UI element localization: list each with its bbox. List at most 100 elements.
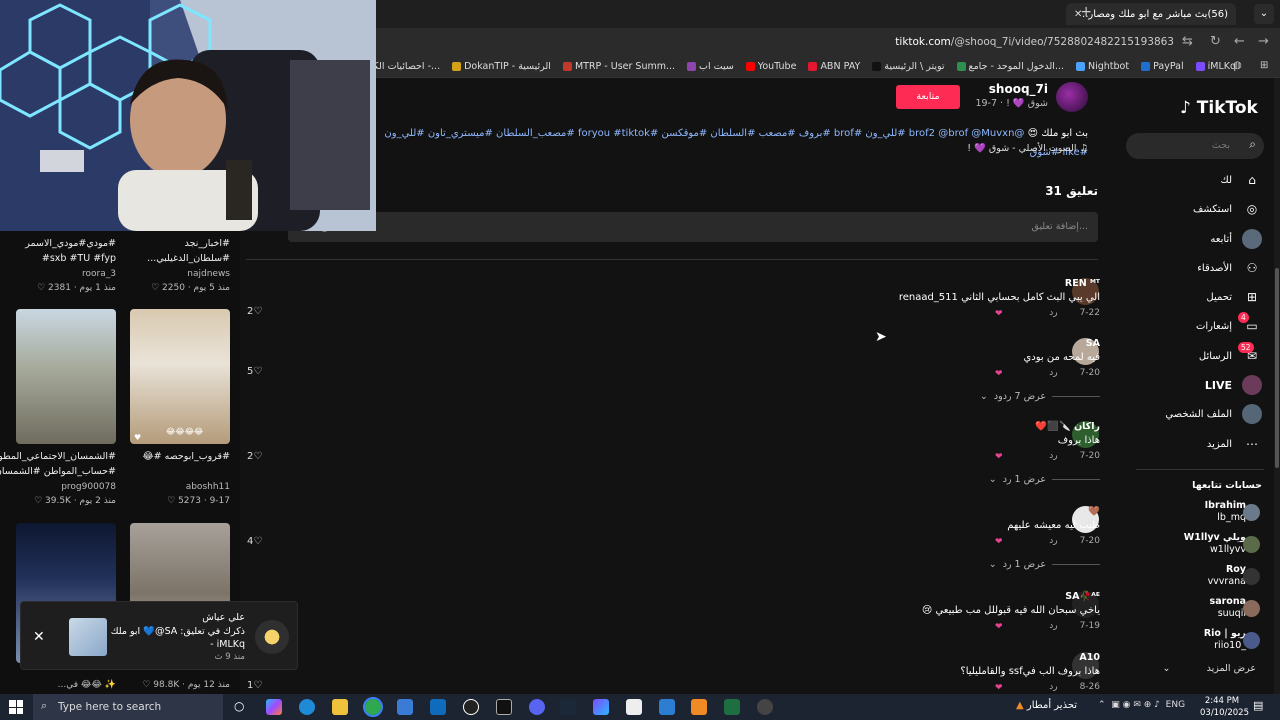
discord-icon[interactable] xyxy=(529,699,545,715)
reply-button[interactable]: رد xyxy=(1049,451,1057,461)
app-icon[interactable] xyxy=(691,699,707,715)
video-caption[interactable]: #قروب_ابوحصه #😂 xyxy=(143,451,231,462)
video-caption[interactable]: #الشمسان_الاجتماعي_المطور xyxy=(0,451,116,462)
heart-icon[interactable]: ❤ xyxy=(995,622,1003,632)
follow-button[interactable]: متابعة xyxy=(896,85,960,109)
comment-username[interactable]: راكان 🔪⬛️❤️ xyxy=(1035,421,1100,432)
sidebar-item-more[interactable]: المزيد ⋯ xyxy=(1207,433,1262,455)
bookmark-item[interactable]: PayPal xyxy=(1141,61,1184,72)
reply-button[interactable]: رد xyxy=(1049,368,1057,378)
close-icon[interactable]: ✕ xyxy=(33,629,45,645)
sidebar-item-explore[interactable]: استكشف ◎ xyxy=(1193,198,1262,220)
search-icon[interactable]: ⌕ xyxy=(1249,137,1256,152)
author-name[interactable]: shooq_7i xyxy=(989,82,1048,96)
scrollbar[interactable] xyxy=(1274,78,1280,694)
windows-start-icon[interactable] xyxy=(9,700,23,714)
followed-account[interactable]: Rio | ريو riio10_ xyxy=(1204,628,1246,652)
teams-icon[interactable] xyxy=(593,699,609,715)
author-avatar[interactable] xyxy=(1056,82,1088,112)
video-thumbnail[interactable]: 😂😂😂😂 ♥ xyxy=(130,309,230,444)
bookmark-item[interactable]: ABN PAY xyxy=(808,61,860,72)
bookmark-item[interactable]: YouTube xyxy=(745,61,796,72)
site-info-icon[interactable]: ⇆ xyxy=(1182,34,1193,49)
avatar[interactable] xyxy=(1243,632,1260,649)
video-author[interactable]: aboshh11 xyxy=(186,482,230,492)
followed-account[interactable]: Ibrahim lb_mq xyxy=(1205,500,1246,524)
music-link[interactable]: ♫ الصوت الأصلي - شوق 💜 ! xyxy=(967,143,1088,154)
back-icon[interactable]: → xyxy=(1258,34,1269,49)
video-caption[interactable]: ✨ 😂😂 في... xyxy=(58,680,116,690)
see-more-link[interactable]: ⌄ عرض المزيد xyxy=(1162,663,1256,674)
outlook-icon[interactable] xyxy=(430,699,446,715)
weather-widget[interactable]: ▲ تحذير أمطار xyxy=(1016,700,1077,711)
tab-list-icon[interactable]: ⌄ xyxy=(1254,4,1274,24)
comment-username[interactable]: REN ᴹᵀ xyxy=(1065,278,1100,289)
file-explorer-icon[interactable] xyxy=(332,699,348,715)
bookmark-item[interactable]: الدخول الموحد - جامع... xyxy=(956,61,1064,72)
bookmark-item[interactable]: تويتر \ الرئيسية xyxy=(872,61,945,72)
clock[interactable]: 2:44 PM 03/10/2025 xyxy=(1200,695,1249,719)
video-author[interactable]: roora_3 xyxy=(82,269,116,279)
video-caption[interactable]: #حساب_المواطن #الشمسان... xyxy=(0,466,116,477)
comment-username[interactable]: SA xyxy=(1086,338,1100,349)
bookmark-item[interactable]: iMLKq xyxy=(1195,61,1236,72)
video-caption[interactable]: #اخبار_نجد xyxy=(185,238,230,249)
heart-icon[interactable]: ❤ xyxy=(995,683,1003,693)
reply-button[interactable]: رد xyxy=(1049,308,1057,318)
excel-icon[interactable] xyxy=(724,699,740,715)
new-tab-icon[interactable]: + xyxy=(1080,4,1092,20)
like-count[interactable]: 2♡ xyxy=(247,451,262,462)
comment-username[interactable]: A10 xyxy=(1079,652,1100,663)
app-icon[interactable] xyxy=(757,699,773,715)
app-icon[interactable] xyxy=(659,699,675,715)
reply-button[interactable]: رد xyxy=(1049,682,1057,692)
like-count[interactable]: 5♡ xyxy=(247,366,262,377)
search-input[interactable]: بحث ⌕ xyxy=(1126,133,1264,159)
sidebar-item-live[interactable]: LIVE ● xyxy=(1205,374,1262,396)
heart-icon[interactable]: ❤ xyxy=(995,537,1003,547)
sidebar-item-notifications[interactable]: إشعارات ▭ xyxy=(1196,315,1262,337)
followed-account[interactable]: W1llyv ويلي w1llyvv xyxy=(1184,532,1246,556)
copilot-icon[interactable] xyxy=(266,699,282,715)
followed-account[interactable]: Roy vvvrana xyxy=(1208,564,1246,588)
bookmark-item[interactable]: DokanTIP - الرئيسية xyxy=(452,61,551,72)
avatar[interactable] xyxy=(1243,504,1260,521)
video-author[interactable]: najdnews xyxy=(187,269,230,279)
apps-icon[interactable]: ⊞ xyxy=(1260,60,1268,71)
edge-icon[interactable] xyxy=(299,699,315,715)
chrome-icon[interactable] xyxy=(363,697,383,717)
reply-button[interactable]: رد xyxy=(1049,621,1057,631)
obs-icon[interactable] xyxy=(463,699,479,715)
sidebar-item-friends[interactable]: الأصدقاء ⚇ xyxy=(1197,257,1262,279)
notification-toast[interactable]: ✕ علي عياش ذكرك في تعليق: SA@💙 ابو ملك i… xyxy=(20,601,298,670)
forward-icon[interactable]: ← xyxy=(1234,34,1245,49)
view-replies-button[interactable]: عرض 7 ردود ⌄ xyxy=(980,391,1100,402)
like-count[interactable]: 4♡ xyxy=(247,536,262,547)
sidebar-item-upload[interactable]: تحميل ⊞ xyxy=(1206,286,1262,308)
globe-icon[interactable]: ◍ xyxy=(1233,60,1242,71)
url-field[interactable]: tiktok.com/@shooq_7i/video/7528802482215… xyxy=(895,36,1174,48)
tray-icons[interactable]: ▣ ◉ ✉ ⊕ ♪ xyxy=(1111,700,1160,710)
video-thumbnail[interactable] xyxy=(16,309,116,444)
like-count[interactable]: 1♡ xyxy=(247,680,262,691)
bookmark-item[interactable]: سيت اب xyxy=(687,61,734,72)
scrollbar-thumb[interactable] xyxy=(1275,268,1279,468)
notification-center-icon[interactable]: ▤ xyxy=(1253,699,1263,712)
view-replies-button[interactable]: عرض 1 رد ⌄ xyxy=(989,474,1100,485)
comment-username[interactable]: 🤎 xyxy=(1088,506,1100,517)
video-caption[interactable]: #مودي#مودي_الاسمر xyxy=(25,238,116,249)
capcut-icon[interactable] xyxy=(496,699,512,715)
heart-icon[interactable]: ❤ xyxy=(995,369,1003,379)
notepad-icon[interactable] xyxy=(626,699,642,715)
followed-account[interactable]: sarona suuqii xyxy=(1210,596,1246,620)
like-count[interactable]: 2♡ xyxy=(247,306,262,317)
comment-input[interactable]: ☺ @ إضافة تعليق... xyxy=(288,212,1098,242)
video-author[interactable]: prog900078 xyxy=(61,482,116,492)
avatar[interactable] xyxy=(1243,600,1260,617)
tiktok-logo[interactable]: ♪ TikTok xyxy=(1180,98,1258,118)
steam-icon[interactable] xyxy=(560,699,576,715)
comment-username[interactable]: SA🥀ᴬᴱ xyxy=(1065,591,1100,602)
view-replies-button[interactable]: عرض 1 رد ⌄ xyxy=(989,559,1100,570)
chevron-up-icon[interactable]: ⌃ xyxy=(1098,700,1106,710)
store-icon[interactable] xyxy=(397,699,413,715)
